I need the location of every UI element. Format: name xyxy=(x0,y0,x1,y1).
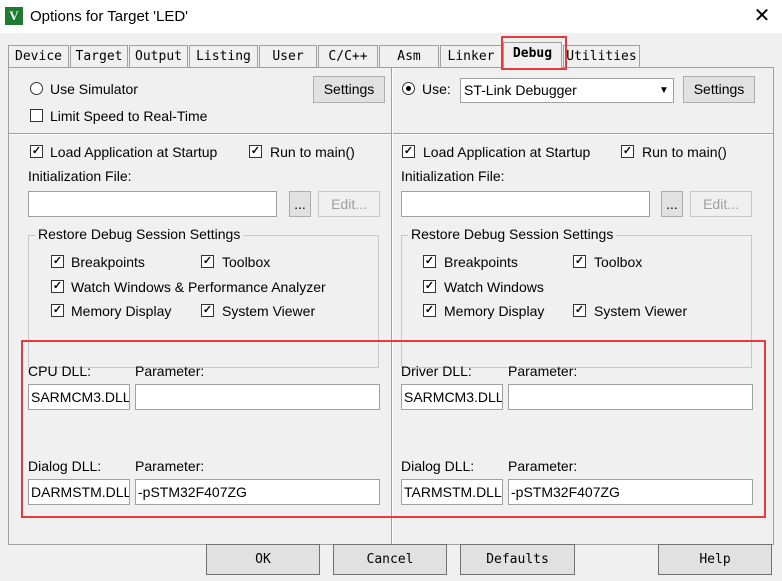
left-init-file-label: Initialization File: xyxy=(28,168,132,184)
debugger-select-value: ST-Link Debugger xyxy=(464,82,577,98)
tab-device[interactable]: Device xyxy=(8,45,69,67)
right-watch-windows-label: Watch Windows xyxy=(444,279,544,295)
right-init-file-label: Initialization File: xyxy=(401,168,505,184)
right-memory-display-checkbox[interactable]: ✓ xyxy=(423,304,436,317)
cpu-param-label: Parameter: xyxy=(135,363,205,379)
close-icon[interactable]: ✕ xyxy=(742,0,782,33)
right-dialog-dll-input[interactable]: TARMSTM.DLL xyxy=(401,479,503,505)
left-run-to-main-checkbox[interactable]: ✓ xyxy=(249,145,262,158)
simulator-settings-button[interactable]: Settings xyxy=(313,76,385,103)
driver-param-input[interactable] xyxy=(508,384,753,410)
window-title: Options for Target 'LED' xyxy=(30,8,189,25)
use-label: Use: xyxy=(422,81,451,97)
title-bar: V Options for Target 'LED' ✕ xyxy=(0,0,782,33)
right-system-viewer-label: System Viewer xyxy=(594,303,688,319)
left-memory-display-checkbox[interactable]: ✓ xyxy=(51,304,64,317)
left-toolbox-checkbox[interactable]: ✓ xyxy=(201,255,214,268)
tab-asm[interactable]: Asm xyxy=(379,45,439,67)
tab-output[interactable]: Output xyxy=(129,45,188,67)
limit-speed-label: Limit Speed to Real-Time xyxy=(50,108,208,124)
chevron-down-icon[interactable]: ▼ xyxy=(655,79,673,102)
right-load-app-checkbox[interactable]: ✓ xyxy=(402,145,415,158)
debugger-select[interactable]: ST-Link Debugger ▼ xyxy=(460,78,674,103)
use-simulator-label: Use Simulator xyxy=(50,81,138,97)
defaults-button[interactable]: Defaults xyxy=(460,544,575,575)
left-dialog-param-label: Parameter: xyxy=(135,458,205,474)
tab-user[interactable]: User xyxy=(259,45,317,67)
debug-panel: Use Simulator Limit Speed to Real-Time S… xyxy=(8,67,774,545)
app-icon: V xyxy=(5,7,23,25)
right-init-file-input[interactable] xyxy=(401,191,650,217)
limit-speed-checkbox[interactable] xyxy=(30,109,43,122)
dialog-client: Device Target Output Listing User C/C++ … xyxy=(0,33,782,581)
right-browse-button[interactable]: ... xyxy=(661,191,683,217)
left-browse-button[interactable]: ... xyxy=(289,191,311,217)
tab-target[interactable]: Target xyxy=(70,45,128,67)
left-watch-windows-label: Watch Windows & Performance Analyzer xyxy=(71,279,326,295)
right-breakpoints-checkbox[interactable]: ✓ xyxy=(423,255,436,268)
left-edit-button[interactable]: Edit... xyxy=(318,191,380,217)
right-run-to-main-label: Run to main() xyxy=(642,144,727,160)
left-init-file-input[interactable] xyxy=(28,191,277,217)
ok-button[interactable]: OK xyxy=(206,544,320,575)
right-load-app-label: Load Application at Startup xyxy=(423,144,591,160)
cpu-dll-label: CPU DLL: xyxy=(28,363,92,379)
right-dialog-param-input[interactable]: -pSTM32F407ZG xyxy=(508,479,753,505)
column-divider xyxy=(391,68,393,544)
right-watch-windows-checkbox[interactable]: ✓ xyxy=(423,280,436,293)
right-edit-button[interactable]: Edit... xyxy=(690,191,752,217)
left-run-to-main-label: Run to main() xyxy=(270,144,355,160)
left-dialog-param-input[interactable]: -pSTM32F407ZG xyxy=(135,479,380,505)
tab-debug[interactable]: Debug xyxy=(503,42,562,68)
tab-utilities[interactable]: Utilities xyxy=(563,45,640,67)
right-breakpoints-label: Breakpoints xyxy=(444,254,518,270)
tab-linker[interactable]: Linker xyxy=(440,45,502,67)
left-system-viewer-checkbox[interactable]: ✓ xyxy=(201,304,214,317)
left-separator xyxy=(9,133,391,135)
right-dialog-dll-label: Dialog DLL: xyxy=(401,458,475,474)
left-system-viewer-label: System Viewer xyxy=(222,303,316,319)
driver-dll-input[interactable]: SARMCM3.DLL xyxy=(401,384,503,410)
use-simulator-radio[interactable] xyxy=(30,82,43,95)
right-separator xyxy=(393,133,773,135)
left-breakpoints-label: Breakpoints xyxy=(71,254,145,270)
right-toolbox-checkbox[interactable]: ✓ xyxy=(573,255,586,268)
left-dialog-dll-input[interactable]: DARMSTM.DLL xyxy=(28,479,130,505)
left-toolbox-label: Toolbox xyxy=(222,254,271,270)
right-run-to-main-checkbox[interactable]: ✓ xyxy=(621,145,634,158)
use-debugger-radio[interactable] xyxy=(402,82,415,95)
driver-dll-label: Driver DLL: xyxy=(401,363,472,379)
right-system-viewer-checkbox[interactable]: ✓ xyxy=(573,304,586,317)
right-dialog-param-label: Parameter: xyxy=(508,458,578,474)
cpu-param-input[interactable] xyxy=(135,384,380,410)
debugger-settings-button[interactable]: Settings xyxy=(683,76,755,103)
left-restore-title: Restore Debug Session Settings xyxy=(35,226,244,242)
left-breakpoints-checkbox[interactable]: ✓ xyxy=(51,255,64,268)
right-restore-title: Restore Debug Session Settings xyxy=(408,226,617,242)
tab-cc[interactable]: C/C++ xyxy=(318,45,378,67)
cancel-button[interactable]: Cancel xyxy=(333,544,447,575)
left-load-app-checkbox[interactable]: ✓ xyxy=(30,145,43,158)
left-watch-windows-checkbox[interactable]: ✓ xyxy=(51,280,64,293)
tab-listing[interactable]: Listing xyxy=(189,45,258,67)
left-memory-display-label: Memory Display xyxy=(71,303,172,319)
left-dialog-dll-label: Dialog DLL: xyxy=(28,458,102,474)
left-load-app-label: Load Application at Startup xyxy=(50,144,218,160)
help-button[interactable]: Help xyxy=(658,544,772,575)
right-toolbox-label: Toolbox xyxy=(594,254,643,270)
cpu-dll-input[interactable]: SARMCM3.DLL xyxy=(28,384,130,410)
right-memory-display-label: Memory Display xyxy=(444,303,545,319)
driver-param-label: Parameter: xyxy=(508,363,578,379)
